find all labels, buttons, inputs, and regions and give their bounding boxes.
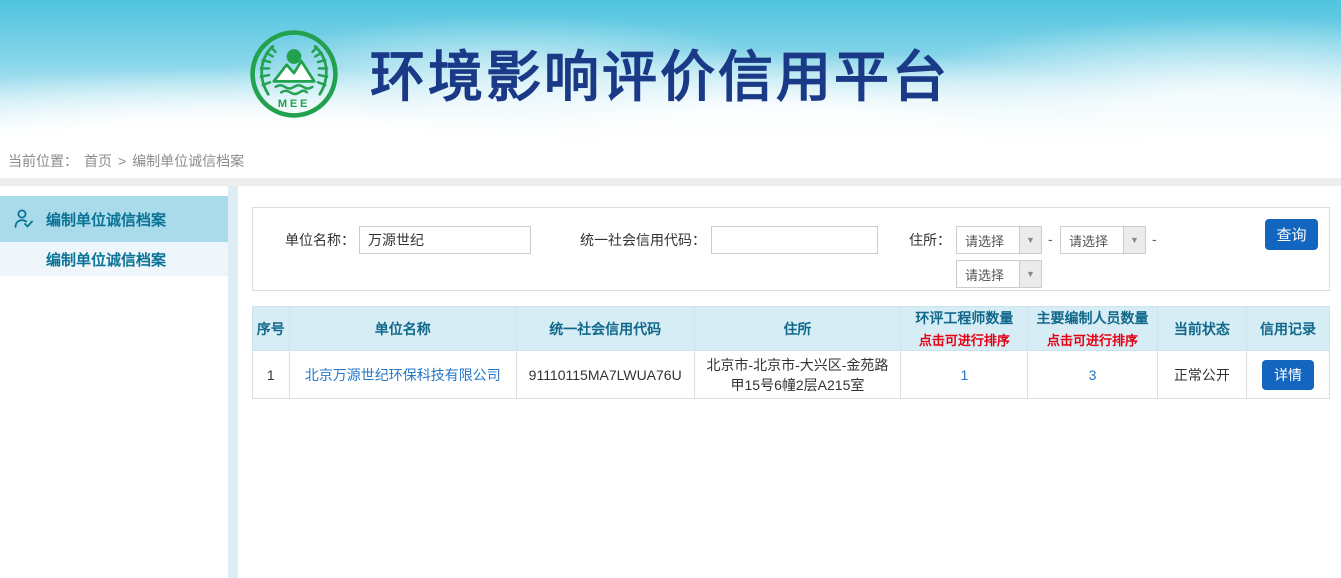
- table-row: 1 北京万源世纪环保科技有限公司 91110115MA7LWUA76U 北京市-…: [253, 351, 1330, 399]
- sidebar-item-unit-credit-archive[interactable]: 编制单位诚信档案: [0, 196, 228, 242]
- staff-count-sort-hint[interactable]: 点击可进行排序: [1028, 330, 1156, 349]
- row-engineer-count-cell: 1: [901, 351, 1028, 399]
- staff-count-header-label: 主要编制人员数量: [1028, 308, 1156, 328]
- row-status-cell: 正常公开: [1157, 351, 1246, 399]
- address-province-select[interactable]: 请选择 ▼: [956, 226, 1042, 254]
- sidebar-subitem-label: 编制单位诚信档案: [46, 249, 166, 270]
- breadcrumb-home-link[interactable]: 首页: [84, 151, 112, 171]
- row-index-cell: 1: [253, 351, 290, 399]
- col-header-staff-count[interactable]: 主要编制人员数量 点击可进行排序: [1028, 307, 1157, 351]
- sidebar-item-label: 编制单位诚信档案: [46, 209, 166, 230]
- logo-text: MEE: [278, 98, 310, 110]
- col-header-unit-name: 单位名称: [289, 307, 516, 351]
- row-unit-name-cell: 北京万源世纪环保科技有限公司: [289, 351, 516, 399]
- col-header-credit-code: 统一社会信用代码: [516, 307, 694, 351]
- chevron-down-icon[interactable]: ▼: [1019, 261, 1041, 287]
- province-select-value: 请选择: [957, 231, 1019, 250]
- search-panel: 单位名称： 统一社会信用代码： 住所： 请选择 ▼ - 请选择 ▼ - 请选择 …: [252, 207, 1330, 291]
- breadcrumb: 当前位置： 首页 > 编制单位诚信档案: [0, 143, 1341, 178]
- main-content: 单位名称： 统一社会信用代码： 住所： 请选择 ▼ - 请选择 ▼ - 请选择 …: [238, 186, 1341, 578]
- col-header-address: 住所: [694, 307, 901, 351]
- staff-count-link[interactable]: 3: [1089, 367, 1097, 383]
- row-credit-code-cell: 91110115MA7LWUA76U: [516, 351, 694, 399]
- row-address-cell: 北京市-北京市-大兴区-金苑路甲15号6幢2层A215室: [694, 351, 901, 399]
- credit-code-input[interactable]: [711, 226, 878, 254]
- results-table: 序号 单位名称 统一社会信用代码 住所 环评工程师数量 点击可进行排序 主要编制…: [252, 306, 1330, 399]
- sidebar: 编制单位诚信档案 编制单位诚信档案: [0, 186, 228, 578]
- user-check-icon: [12, 207, 36, 231]
- chevron-down-icon[interactable]: ▼: [1123, 227, 1145, 253]
- credit-code-label: 统一社会信用代码：: [548, 227, 706, 253]
- sidebar-subitem-unit-credit-archive[interactable]: 编制单位诚信档案: [0, 242, 228, 276]
- col-header-engineer-count[interactable]: 环评工程师数量 点击可进行排序: [901, 307, 1028, 351]
- site-banner: MEE 环境影响评价信用平台: [0, 0, 1341, 143]
- site-title: 环境影响评价信用平台: [370, 32, 950, 112]
- district-select-value: 请选择: [957, 265, 1019, 284]
- sidebar-divider: [228, 186, 238, 578]
- breadcrumb-separator: >: [118, 153, 126, 169]
- engineer-count-sort-hint[interactable]: 点击可进行排序: [901, 330, 1027, 349]
- query-button[interactable]: 查询: [1265, 219, 1318, 250]
- breadcrumb-current: 编制单位诚信档案: [132, 151, 244, 171]
- col-header-credit-record: 信用记录: [1247, 307, 1330, 351]
- engineer-count-header-label: 环评工程师数量: [901, 308, 1027, 328]
- address-dash: -: [1048, 231, 1053, 247]
- breadcrumb-prefix: 当前位置：: [8, 151, 78, 171]
- row-staff-count-cell: 3: [1028, 351, 1157, 399]
- unit-name-label: 单位名称：: [263, 227, 355, 253]
- detail-button[interactable]: 详情: [1262, 360, 1314, 390]
- col-header-index: 序号: [253, 307, 290, 351]
- divider-strip: [0, 178, 1341, 186]
- unit-name-link[interactable]: 北京万源世纪环保科技有限公司: [305, 367, 501, 383]
- mee-logo-icon: MEE: [248, 28, 340, 120]
- engineer-count-link[interactable]: 1: [960, 367, 968, 383]
- address-label: 住所：: [893, 227, 951, 253]
- address-dash: -: [1152, 231, 1157, 247]
- row-credit-record-cell: 详情: [1247, 351, 1330, 399]
- chevron-down-icon[interactable]: ▼: [1019, 227, 1041, 253]
- city-select-value: 请选择: [1061, 231, 1123, 250]
- address-district-select[interactable]: 请选择 ▼: [956, 260, 1042, 288]
- address-city-select[interactable]: 请选择 ▼: [1060, 226, 1146, 254]
- unit-name-input[interactable]: [359, 226, 531, 254]
- col-header-status: 当前状态: [1157, 307, 1246, 351]
- table-header-row: 序号 单位名称 统一社会信用代码 住所 环评工程师数量 点击可进行排序 主要编制…: [253, 307, 1330, 351]
